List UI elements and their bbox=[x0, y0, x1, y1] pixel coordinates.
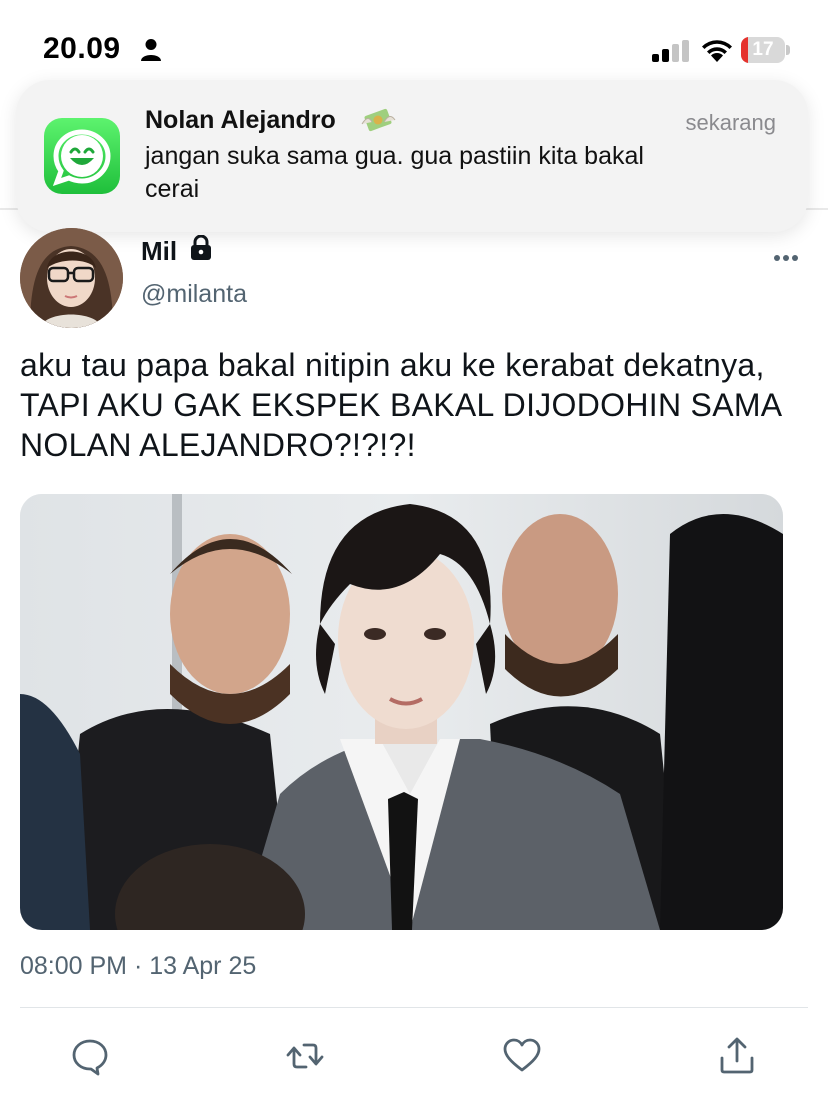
more-options-icon[interactable] bbox=[773, 253, 799, 263]
person-icon bbox=[141, 39, 161, 61]
reply-icon[interactable] bbox=[70, 1036, 110, 1076]
battery-indicator: 17 bbox=[741, 37, 791, 63]
notification-banner[interactable]: Nolan Alejandro sekarang jangan suka sam… bbox=[16, 80, 808, 232]
divider bbox=[20, 1007, 808, 1008]
tweet-text: aku tau papa bakal nitipin aku ke keraba… bbox=[20, 347, 781, 463]
money-with-wings-icon bbox=[361, 108, 396, 132]
tweet-photo[interactable] bbox=[20, 494, 783, 930]
notification-time: sekarang bbox=[685, 110, 776, 135]
like-icon[interactable] bbox=[502, 1036, 542, 1076]
tweet-timestamp[interactable]: 08:00 PM · 13 Apr 25 bbox=[20, 952, 256, 981]
retweet-icon[interactable] bbox=[285, 1036, 325, 1076]
wifi-icon bbox=[702, 40, 732, 62]
messaging-app-icon bbox=[44, 118, 120, 194]
display-name[interactable]: Mil bbox=[141, 236, 177, 267]
notification-message: jangan suka sama gua. gua pastiin kita b… bbox=[145, 142, 644, 203]
notification-sender: Nolan Alejandro bbox=[145, 106, 336, 134]
status-time: 20.09 bbox=[43, 32, 121, 65]
cellular-signal-icon bbox=[652, 40, 689, 62]
avatar[interactable] bbox=[20, 228, 123, 328]
username[interactable]: @milanta bbox=[141, 280, 247, 309]
lock-icon bbox=[191, 235, 211, 260]
share-icon[interactable] bbox=[717, 1036, 757, 1076]
battery-level: 17 bbox=[752, 39, 774, 60]
